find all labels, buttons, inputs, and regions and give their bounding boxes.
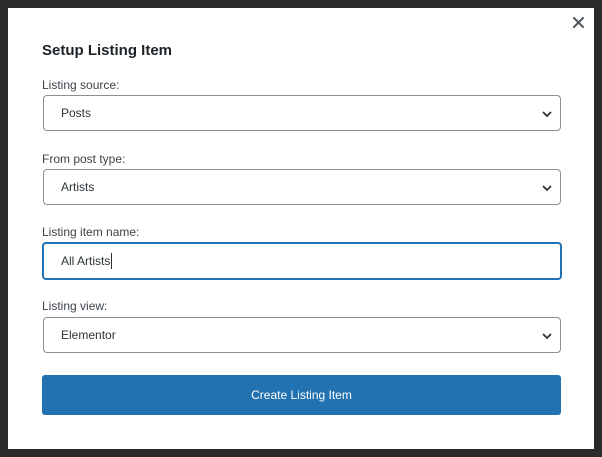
listing-view-label: Listing view: — [42, 299, 108, 313]
item-name-input[interactable]: All Artists — [42, 242, 562, 280]
listing-view-select[interactable]: Elementor — [43, 317, 561, 353]
listing-view-value: Elementor — [61, 328, 116, 342]
setup-listing-dialog: Setup Listing Item Listing source: Posts… — [8, 8, 594, 449]
chevron-down-icon — [542, 185, 552, 192]
post-type-label: From post type: — [42, 152, 126, 166]
post-type-value: Artists — [61, 180, 95, 194]
item-name-value: All Artists — [61, 254, 111, 268]
dialog-title: Setup Listing Item — [42, 42, 173, 59]
close-icon — [572, 16, 584, 28]
listing-source-select[interactable]: Posts — [43, 95, 561, 131]
listing-source-value: Posts — [61, 106, 92, 120]
text-caret — [111, 253, 113, 269]
listing-source-label: Listing source: — [42, 78, 120, 92]
item-name-label: Listing item name: — [42, 225, 140, 239]
chevron-down-icon — [542, 333, 552, 340]
create-listing-item-button[interactable]: Create Listing Item — [42, 375, 561, 415]
close-button[interactable] — [570, 14, 586, 30]
post-type-select[interactable]: Artists — [43, 169, 561, 205]
chevron-down-icon — [542, 111, 552, 118]
